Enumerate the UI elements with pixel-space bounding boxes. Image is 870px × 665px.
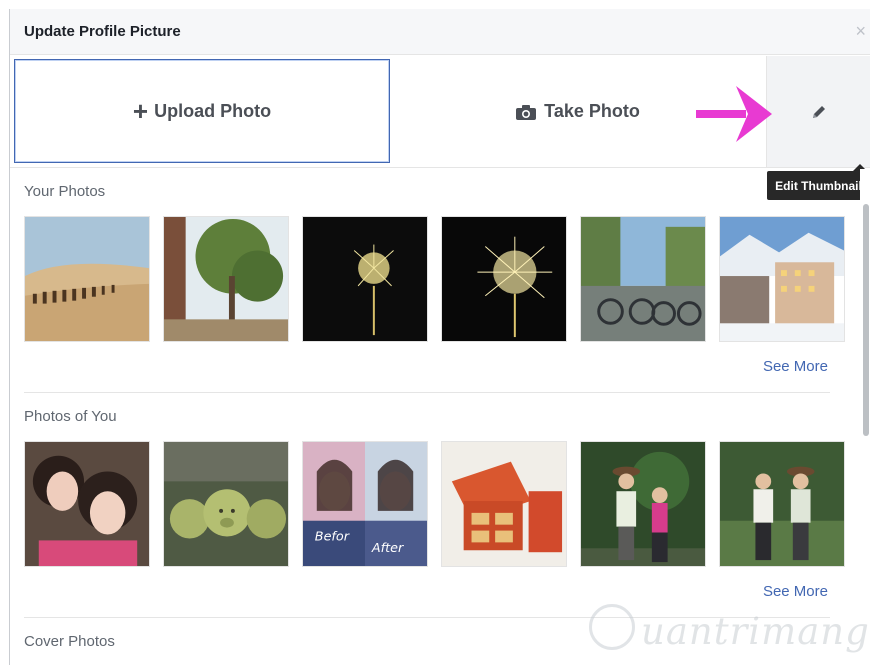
dialog-title: Update Profile Picture (24, 23, 181, 40)
photo-desert-camels[interactable] (24, 216, 150, 342)
after-label: After (371, 541, 404, 556)
watermark-logo-icon (589, 604, 635, 650)
upload-photo-button[interactable]: + Upload Photo (14, 59, 390, 163)
before-label: Befor (315, 529, 350, 544)
edit-thumbnail-button[interactable] (766, 56, 870, 167)
photo-tree-terrace[interactable] (163, 216, 289, 342)
upload-photo-label: Upload Photo (154, 100, 272, 121)
your-photos-heading: Your Photos (24, 183, 106, 200)
photo-two-men-garden[interactable] (719, 441, 845, 567)
dialog-header: Update Profile Picture × (10, 9, 870, 55)
edit-thumbnail-tooltip: Edit Thumbnail (767, 171, 870, 200)
pencil-icon (810, 103, 828, 121)
take-photo-label: Take Photo (544, 100, 640, 121)
your-photos-row (24, 216, 846, 342)
photos-of-you-heading: Photos of You (24, 408, 117, 425)
your-photos-see-more-link[interactable]: See More (763, 358, 828, 375)
photo-snowy-town[interactable] (719, 216, 845, 342)
camera-icon (516, 104, 537, 120)
photo-couple-tree[interactable] (580, 441, 706, 567)
photo-before-after[interactable]: Befor After (302, 441, 428, 567)
photo-gift-boxes[interactable] (441, 441, 567, 567)
photo-fireworks-2[interactable] (441, 216, 567, 342)
plus-icon: + (132, 96, 149, 126)
photos-of-you-row: Befor After (24, 441, 846, 567)
section-divider (24, 392, 830, 393)
watermark: uantrimang (585, 598, 870, 662)
close-icon[interactable]: × (855, 21, 866, 41)
photo-fireworks-1[interactable] (302, 216, 428, 342)
watermark-text: uantrimang (641, 610, 870, 653)
photo-bicycles-street[interactable] (580, 216, 706, 342)
screenshot-frame: Update Profile Picture × + Upload Photo … (0, 0, 870, 665)
cover-photos-heading: Cover Photos (24, 633, 115, 650)
photo-pig-fruits[interactable] (163, 441, 289, 567)
top-strip (0, 0, 870, 9)
scrollbar-thumb[interactable] (863, 204, 869, 436)
pointer-arrow-annotation (696, 86, 772, 142)
photo-two-girls-selfie[interactable] (24, 441, 150, 567)
